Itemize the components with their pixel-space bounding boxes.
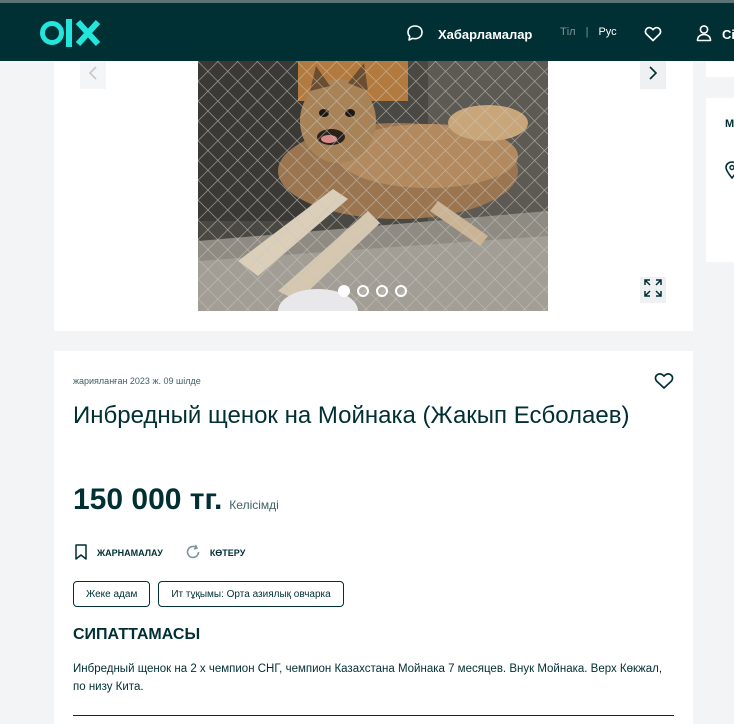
listing-title: Инбредный щенок на Мойнака (Жакып Есбола… bbox=[73, 402, 630, 429]
profile-label: Сі bbox=[722, 27, 734, 42]
posted-date: жарияланған 2023 ж. 09 шілде bbox=[73, 376, 201, 386]
tag-seller-type[interactable]: Жеке адам bbox=[73, 581, 151, 607]
price-block: 150 000 тг. Келісімді bbox=[73, 483, 279, 517]
gallery-prev-button[interactable] bbox=[80, 61, 106, 89]
raise-label: КӨТЕРУ bbox=[209, 548, 246, 558]
language-option-ru[interactable]: Рус bbox=[598, 26, 616, 38]
listing-tags: Жеке адам Ит тұқымы: Орта азиялық овчарк… bbox=[73, 581, 344, 607]
chevron-right-icon bbox=[648, 65, 658, 86]
top-navigation-bar: Хабарламалар Тіл | Рус Сі bbox=[0, 0, 734, 61]
expand-icon bbox=[644, 278, 662, 302]
photo-gallery bbox=[54, 61, 693, 331]
messages-link[interactable]: Хабарламалар bbox=[406, 24, 532, 45]
refresh-icon bbox=[185, 544, 201, 562]
olx-logo[interactable] bbox=[40, 16, 100, 50]
divider bbox=[73, 715, 674, 716]
heart-icon bbox=[644, 26, 662, 47]
chat-icon bbox=[406, 24, 424, 45]
language-separator: | bbox=[585, 26, 589, 38]
gallery-next-button[interactable] bbox=[640, 61, 666, 89]
profile-link[interactable]: Сі bbox=[696, 24, 734, 45]
language-label: Тіл bbox=[560, 26, 576, 38]
heart-icon bbox=[654, 373, 674, 394]
raise-button[interactable]: КӨТЕРУ bbox=[185, 544, 245, 562]
listing-details-card: жарияланған 2023 ж. 09 шілде Инбредный щ… bbox=[54, 351, 693, 724]
negotiable-label: Келісімді bbox=[229, 498, 279, 512]
fullscreen-button[interactable] bbox=[640, 277, 666, 303]
listing-actions: ЖАРНАМАЛАУ КӨТЕРУ bbox=[74, 544, 245, 562]
tag-breed[interactable]: Ит тұқымы: Орта азиялық овчарка bbox=[158, 581, 344, 607]
promote-button[interactable]: ЖАРНАМАЛАУ bbox=[74, 544, 163, 562]
listing-photo[interactable] bbox=[198, 61, 548, 311]
gallery-dot[interactable] bbox=[376, 285, 388, 297]
gallery-dot[interactable] bbox=[395, 285, 407, 297]
gallery-dot[interactable] bbox=[357, 285, 369, 297]
messages-label: Хабарламалар bbox=[438, 27, 533, 42]
location-card: М bbox=[706, 98, 734, 262]
seller-card bbox=[706, 61, 734, 77]
gallery-pagination bbox=[338, 285, 407, 297]
promote-label: ЖАРНАМАЛАУ bbox=[97, 548, 163, 558]
price-amount: 150 000 тг. bbox=[73, 483, 223, 516]
favorites-button[interactable] bbox=[644, 25, 662, 48]
description-text: Инбредный щенок на 2 х чемпион СНГ, чемп… bbox=[73, 663, 663, 693]
chevron-left-icon bbox=[88, 65, 98, 86]
add-to-favorites-button[interactable] bbox=[654, 372, 674, 395]
location-pin-icon bbox=[725, 161, 734, 184]
location-heading: М bbox=[725, 118, 734, 130]
bookmark-icon bbox=[74, 544, 88, 562]
gallery-dot[interactable] bbox=[338, 285, 350, 297]
description-heading: СИПАТТАМАСЫ bbox=[73, 626, 201, 643]
language-switcher: Тіл | Рус bbox=[560, 26, 617, 38]
user-icon bbox=[696, 24, 712, 45]
